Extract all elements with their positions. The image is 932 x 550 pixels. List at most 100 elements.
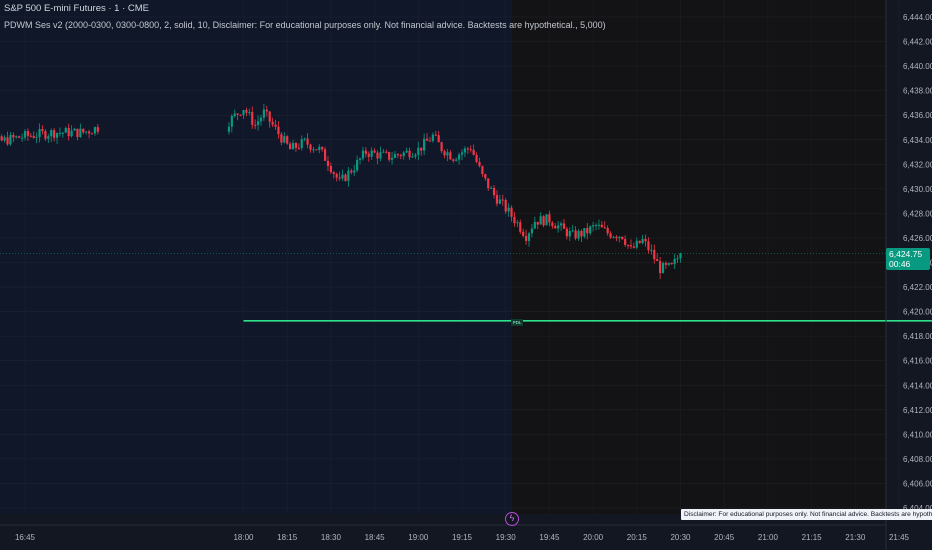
candle-body bbox=[542, 216, 545, 226]
candle-body bbox=[0, 136, 3, 141]
candle-body bbox=[254, 124, 257, 126]
time-tick-label: 20:15 bbox=[627, 533, 648, 542]
candle-body bbox=[274, 124, 277, 127]
candle-body bbox=[667, 263, 670, 265]
last-price-tag: 6,424.75 00:46 bbox=[886, 248, 930, 270]
price-tick-label: 6,414.00 bbox=[903, 381, 932, 390]
price-tick-label: 6,410.00 bbox=[903, 430, 932, 439]
candle-body bbox=[326, 160, 330, 166]
candle-body bbox=[12, 134, 15, 138]
candle-body bbox=[318, 146, 321, 150]
candle-body bbox=[93, 127, 97, 134]
candle-body bbox=[626, 244, 630, 246]
candle-body bbox=[370, 150, 373, 157]
candle-body bbox=[641, 238, 644, 244]
candle-body bbox=[440, 142, 443, 152]
candle-body bbox=[420, 147, 423, 151]
time-tick-label: 21:00 bbox=[758, 533, 779, 542]
candle-body bbox=[399, 155, 402, 157]
candle-body bbox=[321, 146, 324, 150]
lightning-icon[interactable]: ϟ bbox=[505, 512, 519, 526]
candle-body bbox=[297, 147, 300, 149]
candle-body bbox=[259, 117, 263, 122]
candle-body bbox=[233, 113, 236, 116]
candle-body bbox=[446, 152, 449, 156]
candle-body bbox=[251, 111, 254, 125]
candle-body bbox=[335, 173, 338, 178]
candle-body bbox=[653, 249, 656, 260]
candle-body bbox=[519, 222, 522, 232]
candle-body bbox=[571, 230, 574, 232]
candle-body bbox=[236, 113, 239, 115]
candle-body bbox=[457, 154, 461, 160]
symbol-title[interactable]: S&P 500 E-mini Futures · 1 · CME bbox=[4, 3, 149, 15]
candle-body bbox=[417, 147, 420, 155]
candle-body bbox=[513, 216, 516, 224]
price-tick-label: 6,412.00 bbox=[903, 406, 932, 415]
candle-body bbox=[557, 225, 560, 229]
candle-body bbox=[472, 149, 475, 155]
candle-body bbox=[414, 154, 417, 157]
candle-body bbox=[495, 195, 499, 204]
time-tick-label: 20:30 bbox=[670, 533, 691, 542]
candle-body bbox=[379, 152, 382, 159]
candle-body bbox=[239, 114, 242, 116]
candle-body bbox=[405, 150, 408, 153]
price-tick-label: 6,440.00 bbox=[903, 62, 932, 71]
price-tick-label: 6,442.00 bbox=[903, 38, 932, 47]
candle-body bbox=[61, 132, 64, 134]
candle-body bbox=[530, 228, 534, 234]
candle-body bbox=[536, 221, 539, 225]
candle-body bbox=[67, 128, 70, 137]
candle-body bbox=[527, 233, 531, 241]
candle-body bbox=[227, 126, 231, 132]
time-tick-label: 18:45 bbox=[365, 533, 386, 542]
price-tick-label: 6,408.00 bbox=[903, 455, 932, 464]
candle-body bbox=[248, 111, 251, 113]
candle-body bbox=[294, 143, 298, 148]
candle-body bbox=[262, 109, 265, 118]
candle-body bbox=[670, 263, 673, 265]
candle-body bbox=[87, 131, 91, 134]
candle-body bbox=[434, 134, 437, 136]
candle-body bbox=[41, 129, 44, 132]
candle-body bbox=[568, 231, 571, 237]
candle-body bbox=[551, 222, 554, 226]
candle-body bbox=[367, 153, 370, 157]
candle-body bbox=[23, 131, 27, 138]
candle-body bbox=[452, 159, 455, 161]
price-tick-label: 6,434.00 bbox=[903, 136, 932, 145]
candle-body bbox=[545, 214, 548, 226]
candle-body bbox=[466, 148, 469, 150]
candle-body bbox=[47, 136, 50, 139]
candle-body bbox=[577, 230, 580, 239]
price-tick-label: 6,406.00 bbox=[903, 479, 932, 488]
candle-body bbox=[390, 157, 394, 160]
candle-body bbox=[332, 172, 335, 174]
candle-body bbox=[29, 135, 32, 137]
candle-body bbox=[90, 133, 94, 135]
candle-body bbox=[597, 224, 601, 226]
candle-body bbox=[373, 150, 376, 153]
candle-body bbox=[504, 199, 507, 212]
candle-body bbox=[26, 131, 30, 136]
candle-body bbox=[356, 159, 359, 171]
candle-body bbox=[574, 230, 577, 239]
candle-body bbox=[303, 138, 306, 140]
price-tick-label: 6,436.00 bbox=[903, 111, 932, 120]
candle-body bbox=[242, 109, 245, 116]
candle-body bbox=[402, 152, 405, 157]
candle-body bbox=[3, 137, 6, 141]
indicator-legend[interactable]: PDWM Ses v2 (2000-0300, 0300-0800, 2, so… bbox=[4, 19, 606, 31]
candle-body bbox=[96, 127, 99, 132]
candle-body bbox=[73, 128, 76, 131]
price-chart[interactable]: 6,404.006,406.006,408.006,410.006,412.00… bbox=[0, 0, 932, 550]
candle-body bbox=[516, 222, 519, 224]
candle-body bbox=[306, 138, 309, 145]
time-tick-label: 20:45 bbox=[714, 533, 735, 542]
candle-body bbox=[358, 158, 362, 160]
candle-body bbox=[268, 111, 271, 122]
candle-body bbox=[55, 133, 59, 138]
candle-body bbox=[423, 138, 426, 151]
candle-body bbox=[338, 177, 341, 179]
